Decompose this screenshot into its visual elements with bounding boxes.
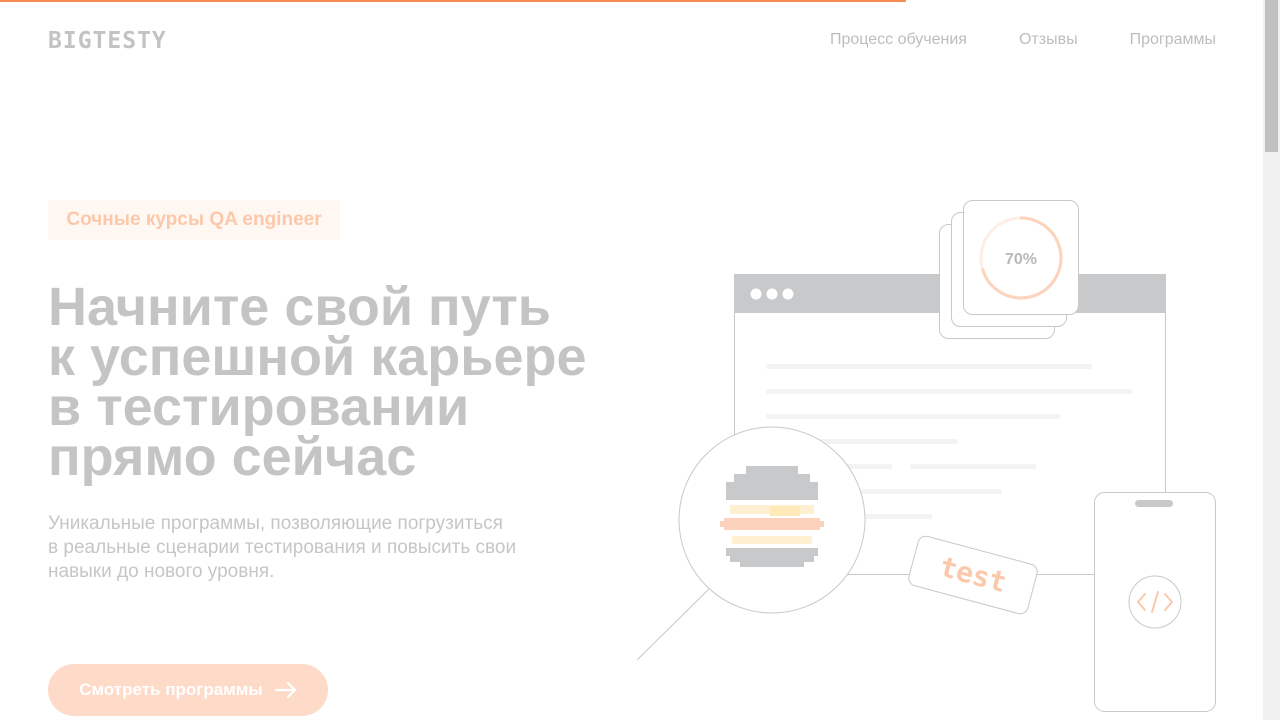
scroll-progress-bar [0, 0, 907, 2]
phone-illustration [1094, 492, 1216, 712]
hero-headline: Начните свой путь к успешной карьере в т… [48, 277, 587, 487]
main-nav: Процесс обучения Отзывы Программы [830, 31, 1216, 49]
hero-description: Уникальные программы, позволяющие погруз… [48, 512, 516, 584]
hero-illustration: 70% test [636, 200, 1216, 712]
nav-link-reviews[interactable]: Отзывы [1019, 31, 1078, 49]
magnifier-illustration [636, 426, 866, 661]
progress-percent-label: 70% [1005, 251, 1037, 268]
description-line: Уникальные программы, позволяющие погруз… [48, 513, 503, 534]
headline-line: Начните свой путь [48, 277, 551, 337]
progress-card-illustration: 70% [939, 200, 1079, 339]
description-line: в реальные сценарии тестирования и повыс… [48, 537, 517, 558]
headline-line: прямо сейчас [48, 427, 417, 487]
headline-line: к успешной карьере [48, 327, 587, 387]
arrow-right-icon [274, 682, 296, 698]
description-line: навыки до нового уровня. [48, 561, 275, 582]
cta-label: Смотреть программы [79, 680, 263, 699]
view-programs-button[interactable]: Смотреть программы [48, 664, 328, 716]
nav-link-learning-process[interactable]: Процесс обучения [830, 31, 967, 49]
headline-line: в тестировании [48, 377, 470, 437]
logo[interactable]: BIGTESTY [48, 28, 167, 54]
scrollbar-thumb[interactable] [1265, 0, 1278, 152]
hero-tagline-badge: Сочные курсы QA engineer [48, 200, 340, 240]
nav-link-programs[interactable]: Программы [1130, 31, 1216, 49]
